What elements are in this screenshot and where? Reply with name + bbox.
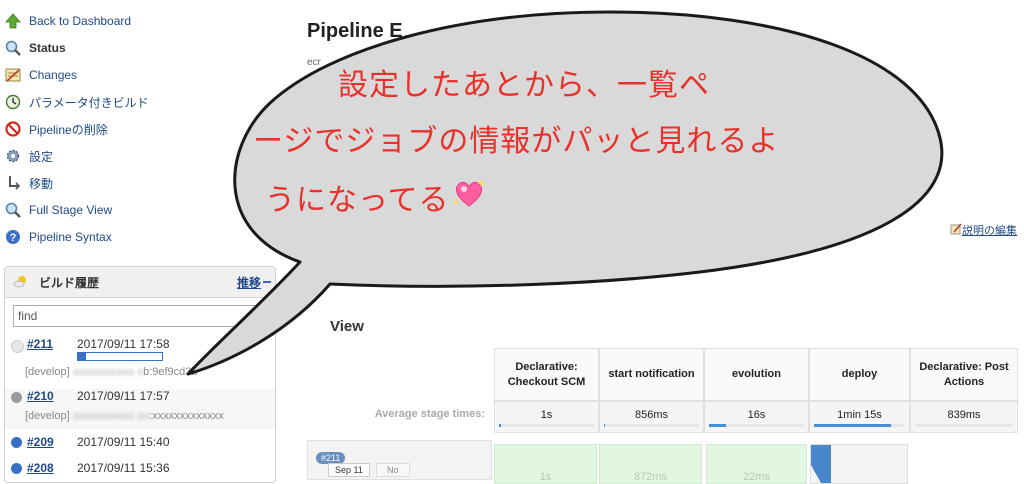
bubble-text-line-3: うになってる	[265, 175, 486, 219]
sparkling-heart-icon	[452, 177, 486, 217]
bubble-text-line: ージでジョブの情報がパッと見れるよ	[253, 124, 780, 159]
bubble-text-line: 設定したあとから、一覧ペ	[338, 68, 710, 103]
bubble-text-line: うになってる	[265, 183, 450, 218]
